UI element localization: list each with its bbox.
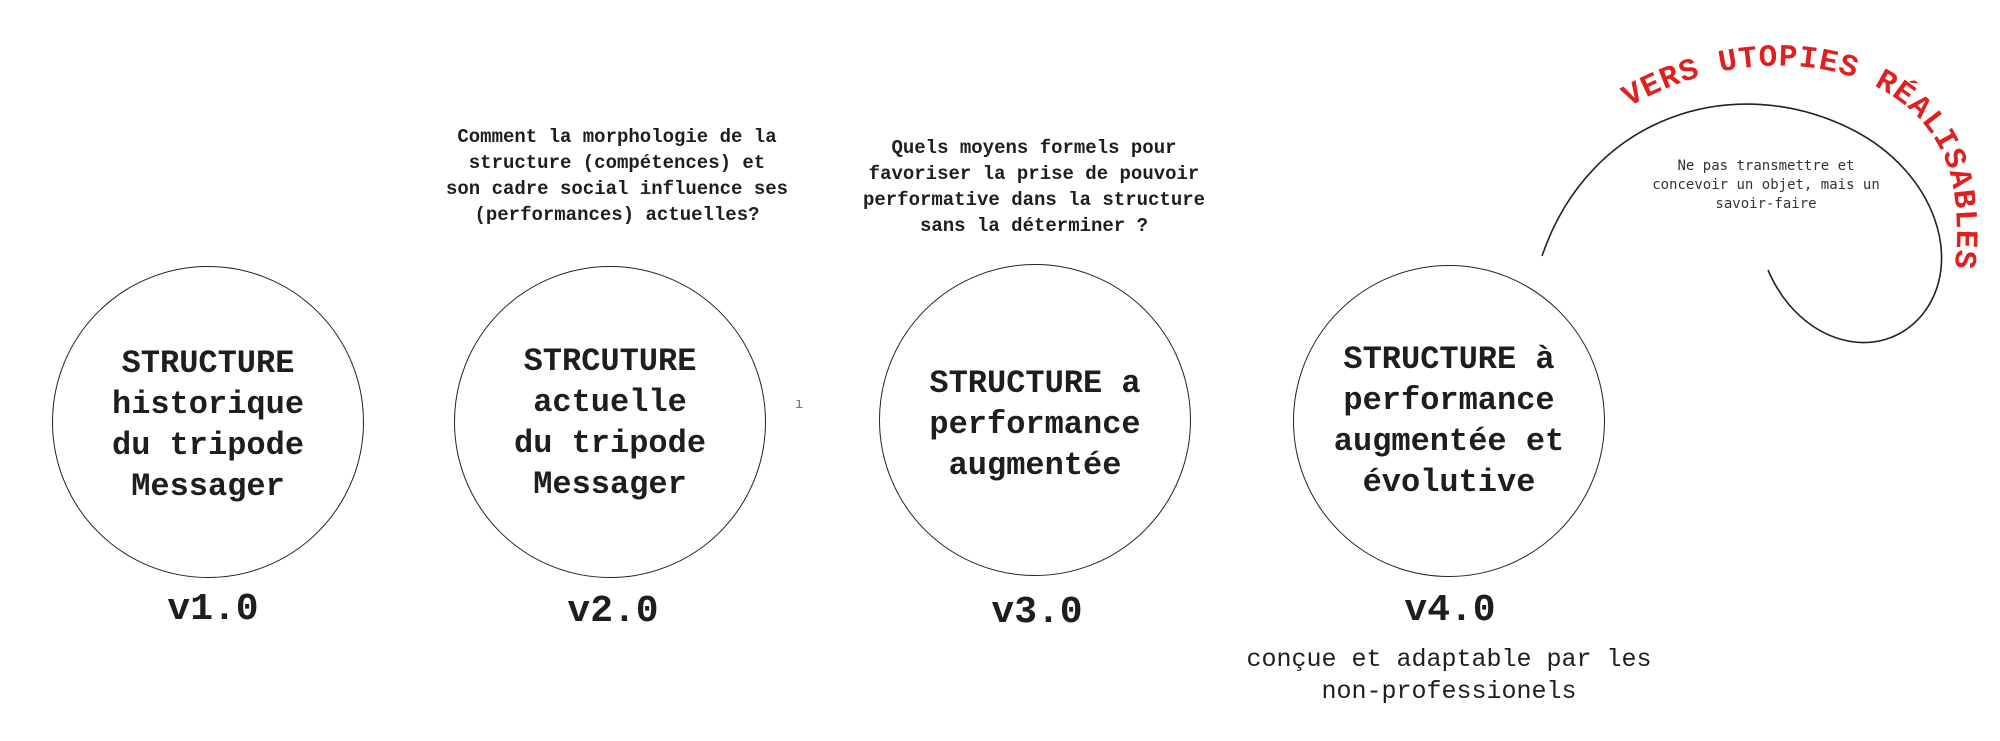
utopia-title: VERS UTOPIES RÉALISABLES	[1617, 40, 1982, 271]
spiral-line	[1541, 103, 1943, 344]
utopia-note: Ne pas transmettre et concevoir un objet…	[1652, 158, 1880, 212]
utopia-spiral: VERS UTOPIES RÉALISABLES	[1541, 40, 1982, 344]
utopia-title-text: VERS UTOPIES RÉALISABLES	[1617, 40, 1982, 271]
